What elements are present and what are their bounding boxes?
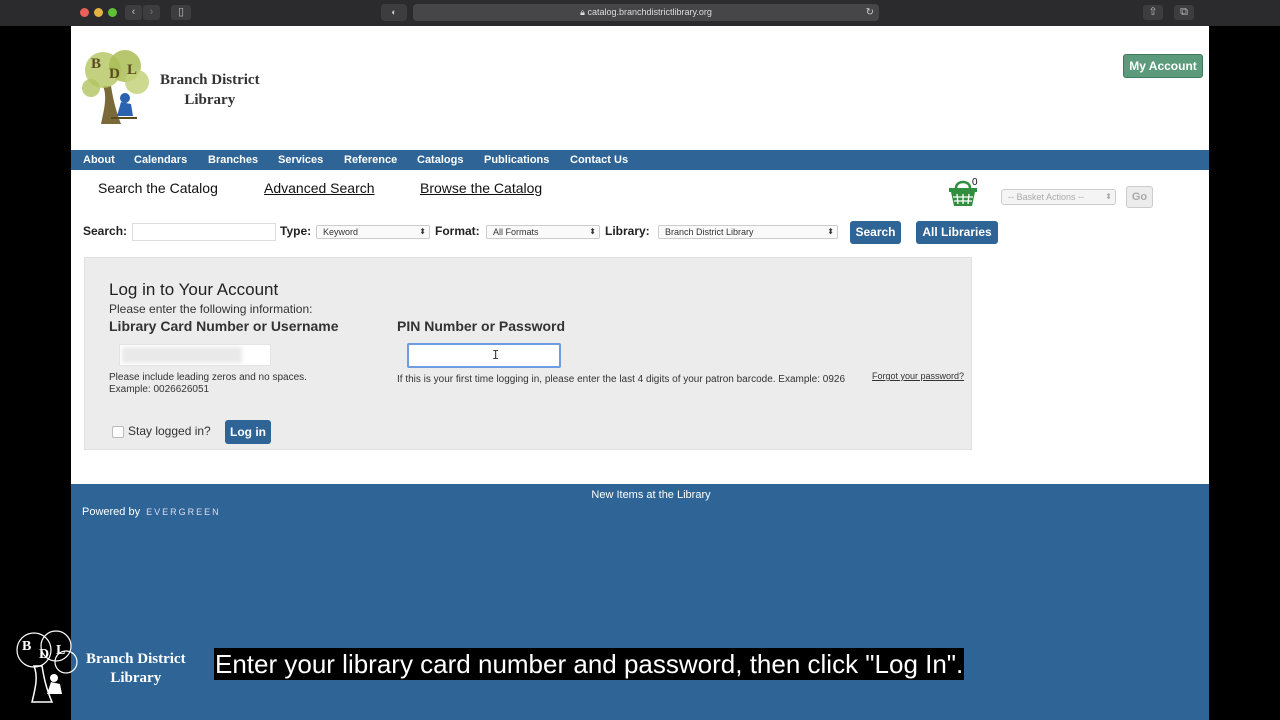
address-bar[interactable]: 🔒︎ catalog.branchdistrictlibrary.org ↻ — [413, 4, 879, 21]
nav-item-reference[interactable]: Reference — [344, 150, 397, 170]
search-input[interactable] — [132, 223, 276, 241]
search-label: Search: — [83, 224, 128, 238]
select-arrows-icon: ⬍ — [827, 227, 834, 236]
window-close-button[interactable] — [80, 8, 89, 17]
card-number-label: Library Card Number or Username — [109, 318, 339, 334]
basket-go-button[interactable]: Go — [1126, 186, 1153, 208]
privacy-report-button[interactable]: ◐ — [381, 4, 407, 21]
video-caption: Enter your library card number and passw… — [214, 648, 965, 680]
svg-text:L: L — [127, 62, 137, 78]
library-select[interactable]: Branch District Library ⬍ — [658, 225, 838, 239]
powered-by-label: Powered by — [82, 506, 141, 518]
my-account-button[interactable]: My Account — [1123, 54, 1203, 78]
forward-button[interactable]: › — [143, 5, 160, 20]
footer: New Items at the Library Powered by EVER… — [71, 484, 1209, 720]
library-name: Branch District Library — [160, 72, 260, 108]
card-hint-line-2: Example: 0026626051 — [109, 384, 210, 395]
select-arrows-icon: ⬍ — [1105, 192, 1112, 201]
select-arrows-icon: ⬍ — [419, 227, 426, 236]
evergreen-logo[interactable]: EVERGREEN — [146, 507, 221, 517]
card-hint-line-1: Please include leading zeros and no spac… — [109, 372, 307, 383]
login-subtitle: Please enter the following information: — [109, 302, 313, 316]
nav-item-publications[interactable]: Publications — [484, 150, 549, 170]
new-items-heading: New Items at the Library — [591, 489, 711, 501]
select-arrows-icon: ⬍ — [589, 227, 596, 236]
powered-by: Powered by EVERGREEN — [82, 506, 221, 518]
tree-logo-icon: B D L — [82, 50, 149, 124]
login-panel: Log in to Your Account Please enter the … — [84, 257, 972, 450]
svg-text:D: D — [109, 66, 120, 82]
format-select[interactable]: All Formats ⬍ — [486, 225, 600, 239]
window-minimize-button[interactable] — [94, 8, 103, 17]
type-label: Type: — [280, 224, 312, 238]
text-cursor-icon: I — [492, 348, 500, 362]
tree-logo-icon: B D L — [16, 630, 78, 703]
shield-icon: ◐ — [391, 7, 397, 17]
watermark-logo: B D L Branch District Library — [12, 628, 202, 706]
tabs-overview-button[interactable]: ⧉ — [1174, 5, 1194, 20]
share-button[interactable]: ⇧ — [1143, 5, 1163, 20]
pin-label: PIN Number or Password — [397, 318, 566, 334]
svg-text:D: D — [39, 647, 49, 662]
nav-item-branches[interactable]: Branches — [208, 150, 258, 170]
tabs-icon: ⧉ — [1180, 6, 1188, 18]
nav-item-catalogs[interactable]: Catalogs — [417, 150, 463, 170]
nav-item-about[interactable]: About — [83, 150, 115, 170]
basket-actions-select[interactable]: -- Basket Actions -- ⬍ — [1001, 189, 1116, 205]
all-libraries-button[interactable]: All Libraries — [916, 221, 998, 244]
back-button[interactable]: ‹ — [125, 5, 142, 20]
reload-icon[interactable]: ↻ — [866, 4, 874, 21]
svg-text:B: B — [22, 639, 31, 654]
format-select-value: All Formats — [493, 227, 539, 237]
svg-text:L: L — [56, 643, 65, 658]
format-label: Format: — [435, 224, 480, 238]
forgot-password-link[interactable]: Forgot your password? — [872, 371, 964, 381]
chevron-left-icon: ‹ — [131, 6, 136, 18]
card-hint: Please include leading zeros and no spac… — [109, 372, 307, 396]
library-logo[interactable]: B D L Branch District Library — [81, 46, 281, 126]
card-number-input[interactable] — [119, 344, 271, 366]
library-select-value: Branch District Library — [665, 227, 754, 237]
search-button[interactable]: Search — [850, 221, 901, 244]
chevron-right-icon: › — [149, 6, 154, 18]
main-nav: About Calendars Branches Services Refere… — [71, 150, 1209, 170]
nav-item-calendars[interactable]: Calendars — [134, 150, 187, 170]
stay-logged-in-label: Stay logged in? — [128, 424, 211, 438]
nav-item-services[interactable]: Services — [278, 150, 323, 170]
tab-search-catalog[interactable]: Search the Catalog — [98, 180, 218, 196]
window-zoom-button[interactable] — [108, 8, 117, 17]
watermark-name: Branch District Library — [86, 651, 186, 686]
pin-input[interactable]: I — [407, 343, 561, 368]
share-icon: ⇧ — [1148, 6, 1158, 18]
basket-actions-label: -- Basket Actions -- — [1008, 192, 1085, 202]
redacted-value — [122, 347, 242, 363]
sidebar-toggle-button[interactable]: ▯ — [171, 5, 191, 20]
sidebar-icon: ▯ — [177, 6, 185, 18]
type-select-value: Keyword — [323, 227, 359, 237]
login-title: Log in to Your Account — [109, 280, 279, 299]
tab-browse-catalog[interactable]: Browse the Catalog — [420, 180, 542, 196]
lock-icon: 🔒︎ — [580, 7, 585, 17]
library-label: Library: — [605, 224, 650, 238]
address-url: catalog.branchdistrictlibrary.org — [587, 7, 712, 17]
stay-logged-in-checkbox[interactable] — [112, 426, 124, 438]
web-page: B D L Branch District Library My Account… — [71, 26, 1209, 720]
log-in-button[interactable]: Log in — [225, 420, 271, 444]
pin-hint: If this is your first time logging in, p… — [397, 374, 846, 385]
type-select[interactable]: Keyword ⬍ — [316, 225, 430, 239]
svg-text:B: B — [91, 56, 101, 72]
nav-item-contact-us[interactable]: Contact Us — [570, 150, 628, 170]
basket-count: 0 — [972, 177, 978, 188]
tab-advanced-search[interactable]: Advanced Search — [264, 180, 375, 196]
